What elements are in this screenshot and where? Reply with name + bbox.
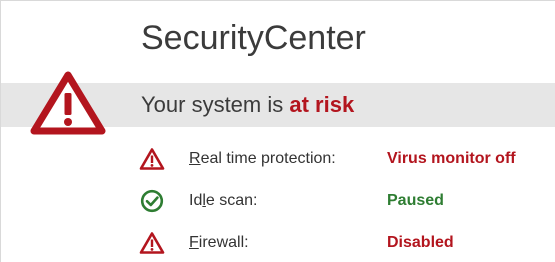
item-status-real-time-protection[interactable]: Virus monitor off: [387, 150, 516, 168]
check-circle-icon: [139, 189, 165, 213]
list-item-firewall[interactable]: Firewall: Disabled: [139, 229, 549, 262]
list-item-idle-scan[interactable]: Idle scan: Paused: [139, 187, 549, 229]
system-status-text: Your system is at risk: [141, 92, 354, 118]
item-status-idle-scan[interactable]: Paused: [387, 192, 444, 210]
item-label-real-time-protection[interactable]: Real time protection:: [189, 150, 336, 168]
label-part: irewall:: [198, 234, 249, 251]
list-item-real-time-protection[interactable]: Real time protection: Virus monitor off: [139, 145, 549, 187]
protection-items-list: Real time protection: Virus monitor off …: [139, 145, 549, 262]
label-part: e scan:: [205, 192, 258, 209]
label-mnemonic: R: [189, 150, 201, 167]
app-title: SecurityCenter: [141, 19, 366, 57]
label-part: eal time protection:: [200, 150, 336, 167]
label-part: Id: [189, 192, 203, 209]
security-center-window: SecurityCenter Your system is at risk Re…: [0, 0, 555, 262]
warning-icon: [29, 69, 107, 137]
warning-icon: [139, 147, 165, 171]
item-status-firewall[interactable]: Disabled: [387, 234, 454, 252]
status-risk-label: at risk: [289, 92, 355, 117]
item-label-firewall[interactable]: Firewall:: [189, 234, 249, 252]
status-prefix: Your system is: [141, 92, 290, 117]
item-label-idle-scan[interactable]: Idle scan:: [189, 192, 258, 210]
label-mnemonic: F: [189, 234, 199, 251]
warning-icon: [139, 231, 165, 255]
